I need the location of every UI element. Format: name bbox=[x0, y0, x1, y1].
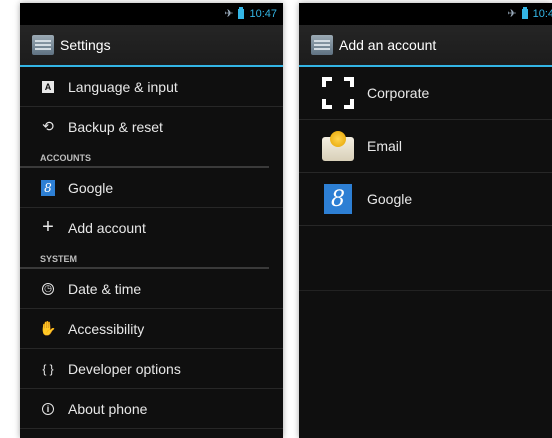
status-time: 10:47 bbox=[249, 8, 277, 20]
settings-item-label: Backup & reset bbox=[68, 118, 163, 135]
page-title: Add an account bbox=[339, 37, 437, 53]
google-icon: 8 bbox=[40, 179, 56, 196]
google-icon: 8 bbox=[321, 182, 355, 216]
settings-item-label: Date & time bbox=[68, 280, 142, 297]
battery-icon bbox=[521, 7, 528, 19]
empty-row bbox=[299, 226, 552, 291]
settings-item-label: Add account bbox=[68, 219, 146, 236]
settings-item-label: Accessibility bbox=[68, 320, 145, 337]
account-type-google[interactable]: 8 Google bbox=[299, 173, 552, 226]
hand-icon: ✋ bbox=[39, 320, 57, 336]
settings-screen: ✈ 10:47 Settings A Language & input ⟲ Ba… bbox=[20, 3, 283, 438]
settings-item-label: About phone bbox=[68, 400, 148, 417]
account-type-label: Email bbox=[367, 138, 403, 154]
settings-item-add-account[interactable]: + Add account bbox=[20, 208, 283, 247]
airplane-mode-icon: ✈ bbox=[224, 7, 234, 20]
airplane-mode-icon: ✈ bbox=[507, 7, 517, 20]
action-bar: Add an account bbox=[299, 25, 552, 67]
add-account-screen: ✈ 10:4 Add an account Corporate Email 8 … bbox=[299, 3, 552, 438]
keyboard-a-icon: A bbox=[40, 79, 56, 95]
email-icon bbox=[321, 129, 355, 163]
status-time: 10:4 bbox=[532, 8, 552, 20]
settings-item-label: Google bbox=[68, 179, 114, 196]
plus-icon: + bbox=[42, 216, 54, 238]
battery-icon bbox=[238, 7, 245, 19]
braces-icon: { } bbox=[42, 361, 54, 376]
settings-app-icon[interactable] bbox=[32, 35, 54, 55]
settings-item-accessibility[interactable]: ✋ Accessibility bbox=[20, 309, 283, 349]
settings-item-developer-options[interactable]: { } Developer options bbox=[20, 349, 283, 389]
status-bar: ✈ 10:4 bbox=[299, 3, 552, 25]
settings-item-google[interactable]: 8 Google bbox=[20, 168, 283, 208]
section-header-accounts: ACCOUNTS bbox=[20, 146, 269, 168]
account-type-email[interactable]: Email bbox=[299, 120, 552, 173]
page-title: Settings bbox=[60, 37, 111, 53]
settings-item-language-input[interactable]: A Language & input bbox=[20, 67, 283, 107]
settings-app-icon[interactable] bbox=[311, 35, 333, 55]
clock-icon: ◷ bbox=[40, 281, 56, 297]
account-type-label: Google bbox=[367, 191, 413, 207]
status-bar: ✈ 10:47 bbox=[20, 3, 283, 25]
info-icon: i bbox=[40, 401, 56, 417]
account-type-corporate[interactable]: Corporate bbox=[299, 67, 552, 120]
account-type-list: Corporate Email 8 Google bbox=[299, 67, 552, 291]
settings-item-date-time[interactable]: ◷ Date & time bbox=[20, 269, 283, 309]
settings-item-backup-reset[interactable]: ⟲ Backup & reset bbox=[20, 107, 283, 146]
settings-item-label: Language & input bbox=[68, 78, 178, 95]
section-header-system: SYSTEM bbox=[20, 247, 269, 269]
settings-list: A Language & input ⟲ Backup & reset ACCO… bbox=[20, 67, 283, 429]
account-type-label: Corporate bbox=[367, 85, 430, 101]
settings-item-about-phone[interactable]: i About phone bbox=[20, 389, 283, 429]
backup-icon: ⟲ bbox=[42, 118, 54, 134]
action-bar: Settings bbox=[20, 25, 283, 67]
settings-item-label: Developer options bbox=[68, 360, 181, 377]
corporate-icon bbox=[321, 76, 355, 110]
